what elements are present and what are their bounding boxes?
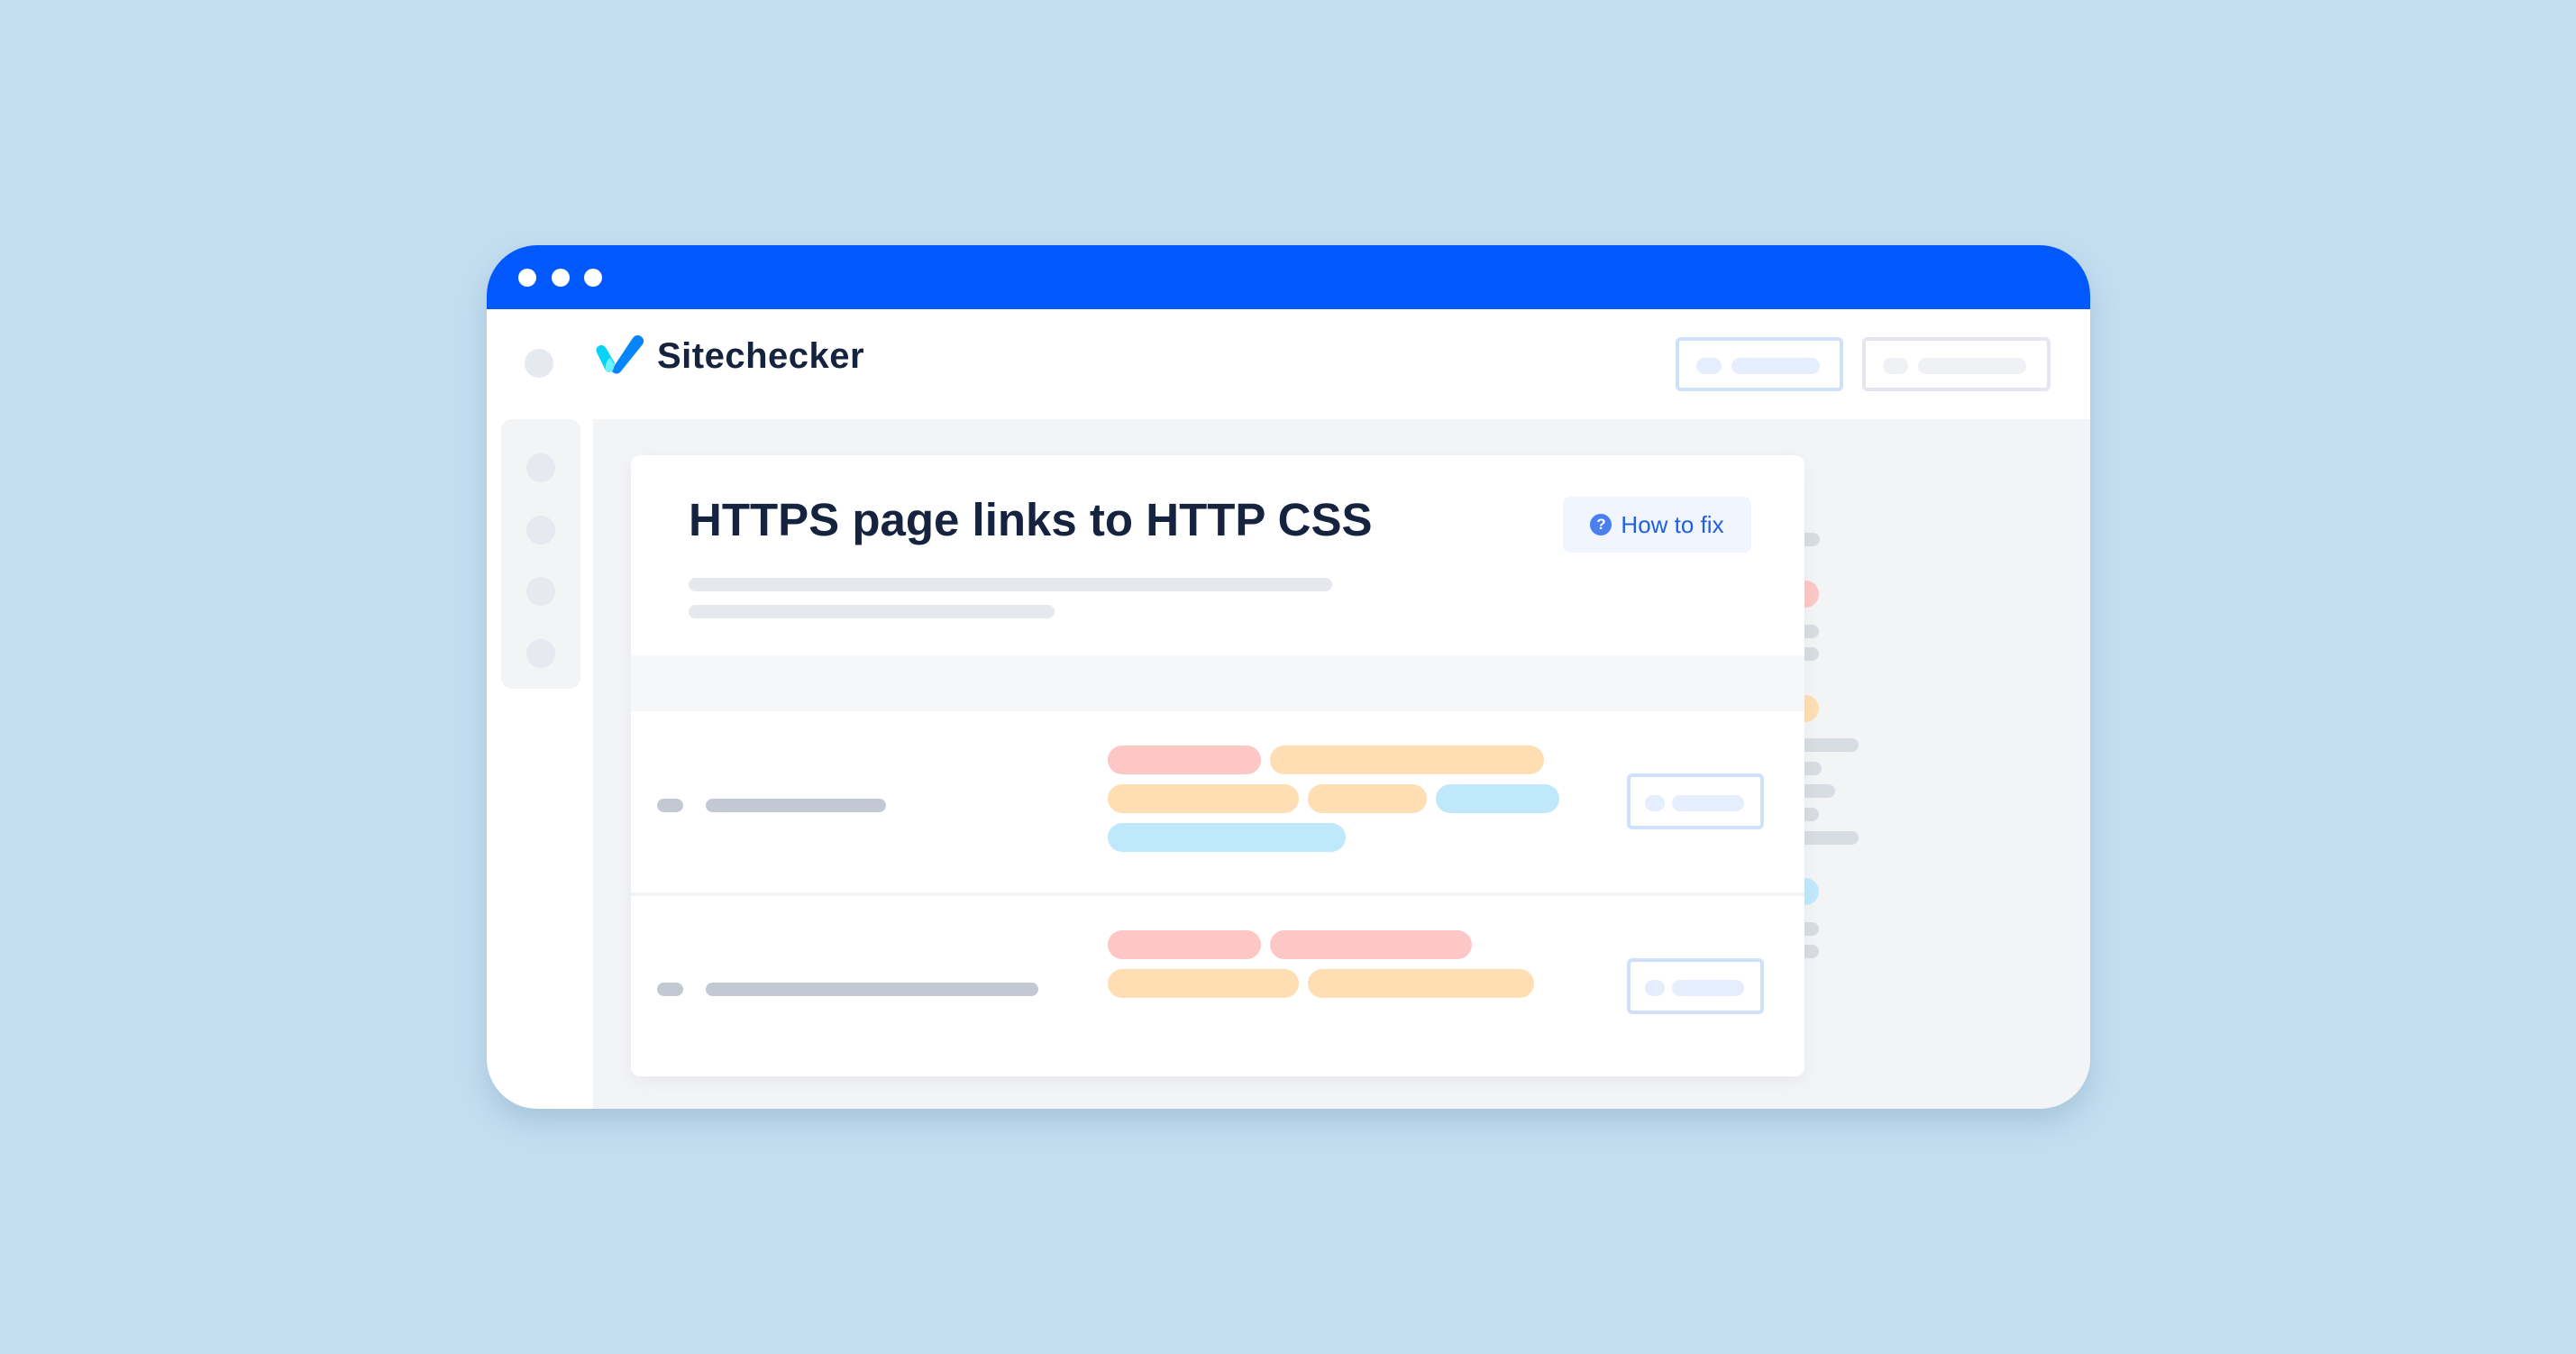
panel-count [1804,625,1819,638]
primary-placeholder-button[interactable] [1676,337,1843,391]
page-title: HTTPS page links to HTTP CSS [689,494,1373,545]
sitechecker-logo-icon [593,334,647,376]
button-icon-placeholder [1645,795,1665,811]
window-dot-minimize[interactable] [552,269,570,287]
panel-count [1804,762,1819,775]
how-to-fix-label: How to fix [1621,510,1724,538]
panel-count [1804,831,1819,845]
button-label-placeholder [1918,358,2026,374]
row-action-button[interactable] [1627,958,1764,1014]
sidebar-item-2[interactable] [526,516,555,544]
row-url[interactable] [706,983,1038,996]
question-circle-icon: ? [1590,514,1612,535]
button-label-placeholder [1672,980,1744,996]
critical-tag [1270,930,1472,959]
critical-tag [1108,930,1261,959]
table-row[interactable] [631,711,1804,892]
row-icon [657,799,683,812]
sidebar-item-3[interactable] [526,577,555,606]
brand-name[interactable]: Sitechecker [657,336,864,377]
panel-count [1804,922,1819,936]
warning-tag [1308,969,1534,998]
menu-toggle-icon[interactable] [525,349,553,378]
button-label-placeholder [1672,795,1744,811]
warning-tag [1308,784,1427,813]
secondary-placeholder-button[interactable] [1862,337,2051,391]
window-dot-maximize[interactable] [584,269,602,287]
issue-card: HTTPS page links to HTTP CSS ? How to fi… [631,455,1804,1076]
sidebar-item-1[interactable] [526,453,555,482]
button-icon-placeholder [1883,358,1908,374]
table-header [631,655,1804,711]
app-header: Sitechecker [487,309,2090,419]
button-label-placeholder [1731,358,1820,374]
button-icon-placeholder [1696,358,1722,374]
description-line [689,578,1332,591]
sidebar [501,419,580,689]
warning-tag [1108,784,1299,813]
browser-window: Sitechecker HTTPS page links to HTTP CSS… [487,245,2090,1109]
warning-tag [1108,969,1299,998]
info-tag [1108,823,1346,852]
info-tag [1436,784,1559,813]
row-icon [657,983,683,996]
window-titlebar [487,245,2090,309]
row-url[interactable] [706,799,886,812]
sidebar-item-4[interactable] [526,639,555,668]
window-dot-close[interactable] [518,269,536,287]
warning-tag [1270,746,1544,774]
critical-tag [1108,746,1261,774]
row-action-button[interactable] [1627,773,1764,829]
button-icon-placeholder [1645,980,1665,996]
table-row[interactable] [631,896,1804,1076]
description-line [689,605,1055,618]
how-to-fix-button[interactable]: ? How to fix [1563,497,1751,553]
